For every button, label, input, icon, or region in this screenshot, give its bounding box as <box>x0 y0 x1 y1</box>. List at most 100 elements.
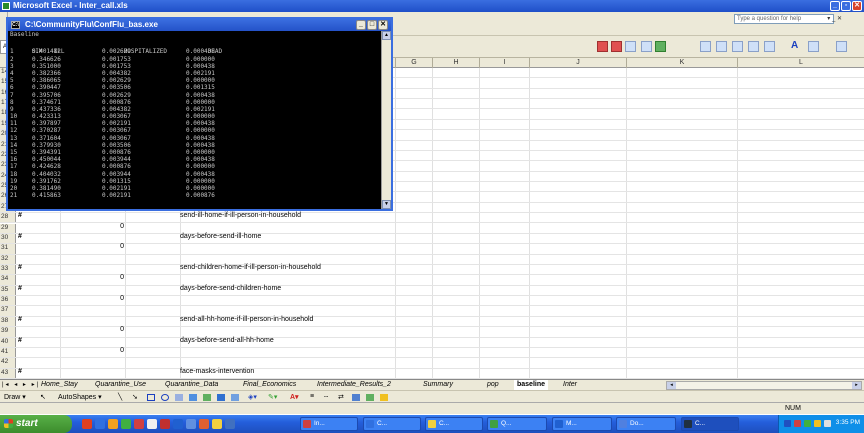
sheet-tab[interactable]: Intermediate_Results_2 <box>314 380 394 390</box>
cell-parameter-name[interactable]: days-before-send-children-home <box>180 285 281 292</box>
textbox-tool-icon[interactable] <box>175 394 183 401</box>
row-header[interactable]: 31 <box>0 244 16 254</box>
row-header[interactable]: 43 <box>0 368 16 378</box>
cell-parameter-name[interactable]: days-before-send-ill-home <box>180 233 261 240</box>
tray-icon-2[interactable] <box>794 420 801 427</box>
horizontal-scrollbar[interactable]: ◂ ▸ <box>666 381 862 390</box>
console-close-button[interactable]: ✕ <box>378 20 388 30</box>
row-header[interactable]: 42 <box>0 358 16 368</box>
cell-value[interactable]: 0 <box>60 274 124 281</box>
cell-marker[interactable]: # <box>18 233 22 240</box>
cell-parameter-name[interactable]: send-ill-home-if-ill-person-in-household <box>180 212 301 219</box>
grid-row[interactable]: 41 0 <box>0 347 864 359</box>
cell-marker[interactable]: # <box>18 264 22 271</box>
help-question-input[interactable]: Type a question for help <box>734 14 834 24</box>
taskbar-window-button[interactable]: M... <box>552 417 612 431</box>
cell-marker[interactable]: # <box>18 368 22 375</box>
grid-row[interactable]: 30 # days-before-send-ill-home <box>0 233 864 245</box>
console-maximize-button[interactable]: □ <box>367 20 377 30</box>
taskbar-window-button[interactable]: Do... <box>616 417 676 431</box>
grid-row[interactable]: 29 0 <box>0 223 864 234</box>
cell-value[interactable]: 0 <box>60 326 124 333</box>
sheet-tab[interactable]: Quarantine_Use <box>92 380 149 390</box>
toolbar-font-color-icon[interactable] <box>808 41 819 52</box>
grid-row[interactable]: 31 0 <box>0 243 864 255</box>
sheet-tab[interactable]: baseline <box>514 380 549 390</box>
scroll-up-arrow-icon[interactable]: ▲ <box>382 31 391 40</box>
row-header[interactable]: 36 <box>0 296 16 306</box>
row-header[interactable]: 29 <box>0 223 16 233</box>
row-header[interactable]: 37 <box>0 306 16 316</box>
row-header[interactable]: 40 <box>0 337 16 347</box>
column-header[interactable]: I <box>479 58 529 68</box>
scroll-right-arrow-icon[interactable]: ▸ <box>852 382 861 389</box>
tray-icon-4[interactable] <box>814 420 821 427</box>
minimize-button[interactable]: _ <box>830 1 840 11</box>
tray-icon-3[interactable] <box>804 420 811 427</box>
row-header[interactable]: 28 <box>0 213 16 223</box>
line-tool-icon[interactable]: ╲ <box>118 393 122 401</box>
sheet-tab[interactable]: Final_Economics <box>240 380 299 390</box>
grid-row[interactable]: 39 0 <box>0 326 864 338</box>
quicklaunch-icon-6[interactable] <box>147 419 157 429</box>
clipart-tool-icon[interactable] <box>217 394 225 401</box>
grid-row[interactable]: 34 0 <box>0 274 864 286</box>
draw-toolbar-options-icon[interactable] <box>380 394 388 401</box>
row-header[interactable]: 38 <box>0 316 16 327</box>
line-style-icon[interactable]: ≡ <box>310 393 314 400</box>
grid-row[interactable]: 37 <box>0 306 864 317</box>
toolbar-percent-icon[interactable] <box>732 41 743 52</box>
taskbar-window-button[interactable]: C... <box>425 417 483 431</box>
grid-row[interactable]: 33 # send-children-home-if-ill-person-in-h… <box>0 264 864 276</box>
cell-marker[interactable]: # <box>18 212 22 219</box>
cell-marker[interactable]: # <box>18 337 22 344</box>
help-dropdown-arrow-icon[interactable]: ▾ _ ✕ <box>827 15 842 22</box>
cell-parameter-name[interactable]: days-before-send-all-hh-home <box>180 337 274 344</box>
column-header[interactable]: L <box>737 58 864 68</box>
font-color-icon[interactable]: A▾ <box>290 393 299 401</box>
console-minimize-button[interactable]: _ <box>356 20 366 30</box>
cell-marker[interactable]: # <box>18 285 22 292</box>
column-header[interactable]: G <box>395 58 432 68</box>
grid-row[interactable]: 28 # send-ill-home-if-ill-person-in-househ… <box>0 212 864 224</box>
grid-row[interactable]: 32 <box>0 254 864 265</box>
quicklaunch-icon-2[interactable] <box>95 419 105 429</box>
cell-marker[interactable]: # <box>18 316 22 323</box>
scroll-down-arrow-icon[interactable]: ▼ <box>382 200 391 209</box>
cell-value[interactable]: 0 <box>60 243 124 250</box>
cell-value[interactable]: 0 <box>60 223 124 230</box>
quicklaunch-icon-10[interactable] <box>199 419 209 429</box>
quicklaunch-icon-5[interactable] <box>134 419 144 429</box>
oval-tool-icon[interactable] <box>161 394 169 401</box>
taskbar-window-button[interactable]: In... <box>300 417 358 431</box>
start-button[interactable]: start <box>0 415 72 433</box>
wordart-tool-icon[interactable] <box>189 394 197 401</box>
column-header[interactable]: J <box>529 58 626 68</box>
grid-row[interactable]: 35 # days-before-send-children-home <box>0 285 864 297</box>
toolbar-fill-color-icon[interactable] <box>764 41 775 52</box>
3d-style-icon[interactable] <box>366 394 374 401</box>
close-button[interactable]: ✕ <box>852 1 862 11</box>
toolbar-indent-icon[interactable] <box>748 41 759 52</box>
font-color-A-icon[interactable]: A <box>791 40 798 51</box>
shadow-style-icon[interactable] <box>352 394 360 401</box>
quicklaunch-icon-4[interactable] <box>121 419 131 429</box>
row-header[interactable]: 41 <box>0 347 16 358</box>
taskbar-window-button[interactable]: Q... <box>487 417 547 431</box>
grid-row[interactable]: 43 # face-masks-intervention <box>0 368 864 379</box>
grid-row[interactable]: 36 0 <box>0 295 864 307</box>
sheet-tab[interactable]: Home_Stay <box>38 380 81 390</box>
toolbar-zoom-icon[interactable] <box>641 41 652 52</box>
row-header[interactable]: 39 <box>0 327 16 337</box>
draw-menu-button[interactable]: Draw ▾ <box>4 393 26 401</box>
row-header[interactable]: 35 <box>0 285 16 296</box>
dash-style-icon[interactable]: ┄ <box>324 393 328 401</box>
select-objects-icon[interactable]: ↖ <box>40 393 46 401</box>
sheet-tab[interactable]: Summary <box>420 380 456 390</box>
quicklaunch-icon-11[interactable] <box>212 419 222 429</box>
grid-row[interactable]: 42 <box>0 358 864 369</box>
autoshapes-menu-button[interactable]: AutoShapes ▾ <box>58 393 102 401</box>
sheet-tab[interactable]: Quarantine_Data <box>162 380 221 390</box>
grid-row[interactable]: 40 # days-before-send-all-hh-home <box>0 337 864 348</box>
console-titlebar[interactable]: C:\ C:\CommunityFlu\ConfFlu_bas.exe _ □ … <box>8 19 391 31</box>
